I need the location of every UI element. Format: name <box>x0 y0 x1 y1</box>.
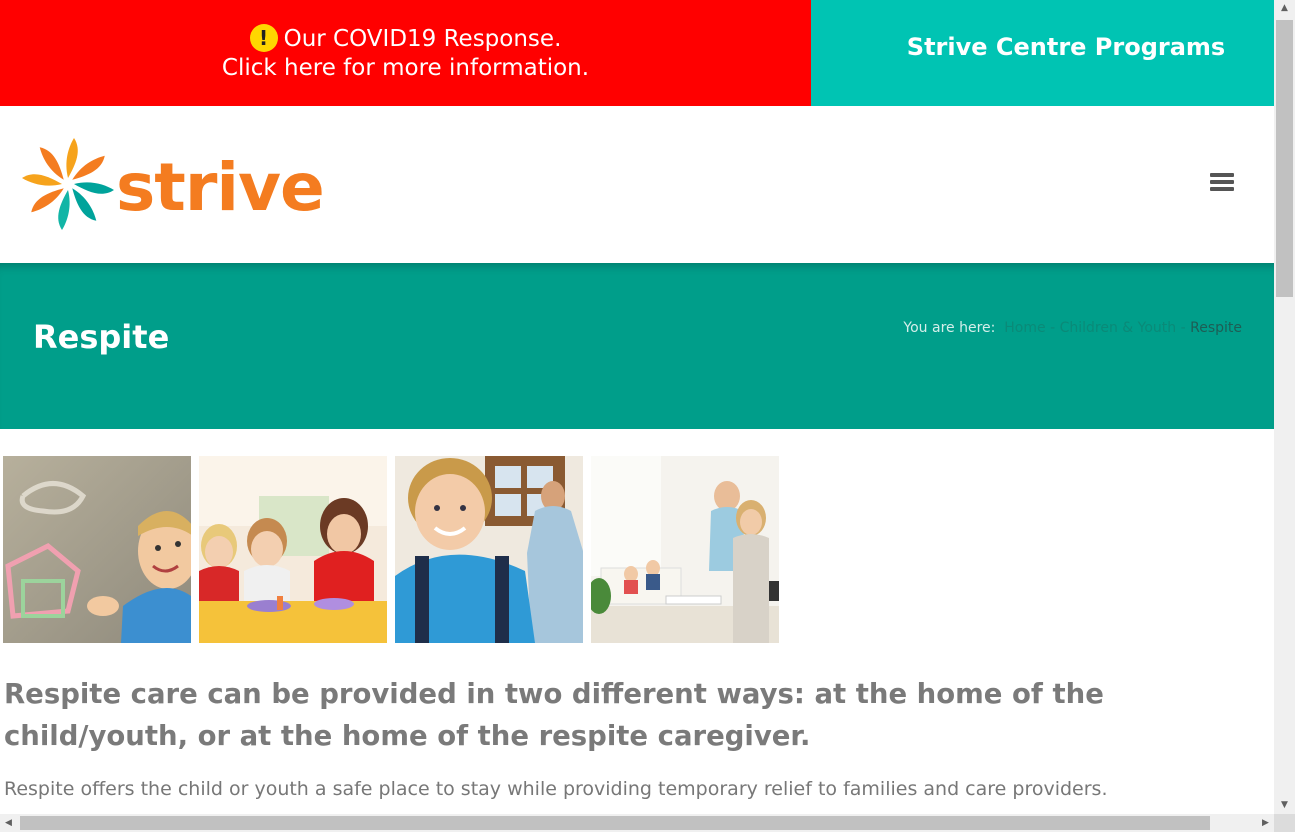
page-title-bar: Respite You are here: Home - Children & … <box>0 263 1274 429</box>
site-header: strive <box>0 106 1274 263</box>
scroll-down-arrow-icon[interactable]: ▼ <box>1274 797 1295 814</box>
boy-with-backpack-and-father-photo[interactable] <box>395 456 583 643</box>
scrollbar-corner <box>1274 814 1295 832</box>
breadcrumb-separator: - <box>1050 320 1056 336</box>
lead-paragraph: Respite care can be provided in two diff… <box>4 678 1104 752</box>
alert-icon: ! <box>249 24 278 52</box>
scroll-left-arrow-icon[interactable]: ◀ <box>0 814 17 832</box>
vertical-scroll-thumb[interactable] <box>1276 20 1293 297</box>
breadcrumb-home-link[interactable]: Home <box>1004 320 1045 336</box>
horizontal-scroll-thumb[interactable] <box>20 816 1210 830</box>
horizontal-scrollbar[interactable]: ◀ ▶ <box>0 814 1274 832</box>
covid-response-banner[interactable]: ! Our COVID19 Response. Click here for mo… <box>0 0 811 106</box>
hamburger-menu-icon[interactable] <box>1210 173 1236 195</box>
page-title: Respite <box>33 318 170 356</box>
covid-banner-subtitle: Click here for more information. <box>221 55 590 81</box>
covid-banner-line1: ! Our COVID19 Response. <box>0 24 811 54</box>
child-drawing-chalk-photo[interactable] <box>3 456 191 643</box>
logo-wordmark: strive <box>116 149 325 226</box>
breadcrumb-current: Respite <box>1190 320 1242 336</box>
pinwheel-logo-icon <box>22 138 114 230</box>
scroll-up-arrow-icon[interactable]: ▲ <box>1274 0 1295 17</box>
body-paragraph: Respite offers the child or youth a safe… <box>4 778 1108 800</box>
strive-logo[interactable]: strive <box>18 134 358 234</box>
scroll-right-arrow-icon[interactable]: ▶ <box>1257 814 1274 832</box>
family-in-living-room-photo[interactable] <box>591 456 779 643</box>
vertical-scrollbar[interactable]: ▲ ▼ <box>1274 0 1295 814</box>
kids-crafting-with-caregiver-photo[interactable] <box>199 456 387 643</box>
breadcrumb-prefix: You are here: <box>903 320 996 336</box>
breadcrumb-separator: - <box>1180 320 1186 336</box>
covid-banner-title: Our COVID19 Response. <box>283 26 562 52</box>
breadcrumb: You are here: Home - Children & Youth - … <box>903 320 1242 336</box>
breadcrumb-children-youth-link[interactable]: Children & Youth <box>1060 320 1177 336</box>
programs-label: Strive Centre Programs <box>906 33 1226 61</box>
browser-viewport: ! Our COVID19 Response. Click here for mo… <box>0 0 1274 814</box>
strive-centre-programs-link[interactable]: Strive Centre Programs <box>811 0 1274 106</box>
